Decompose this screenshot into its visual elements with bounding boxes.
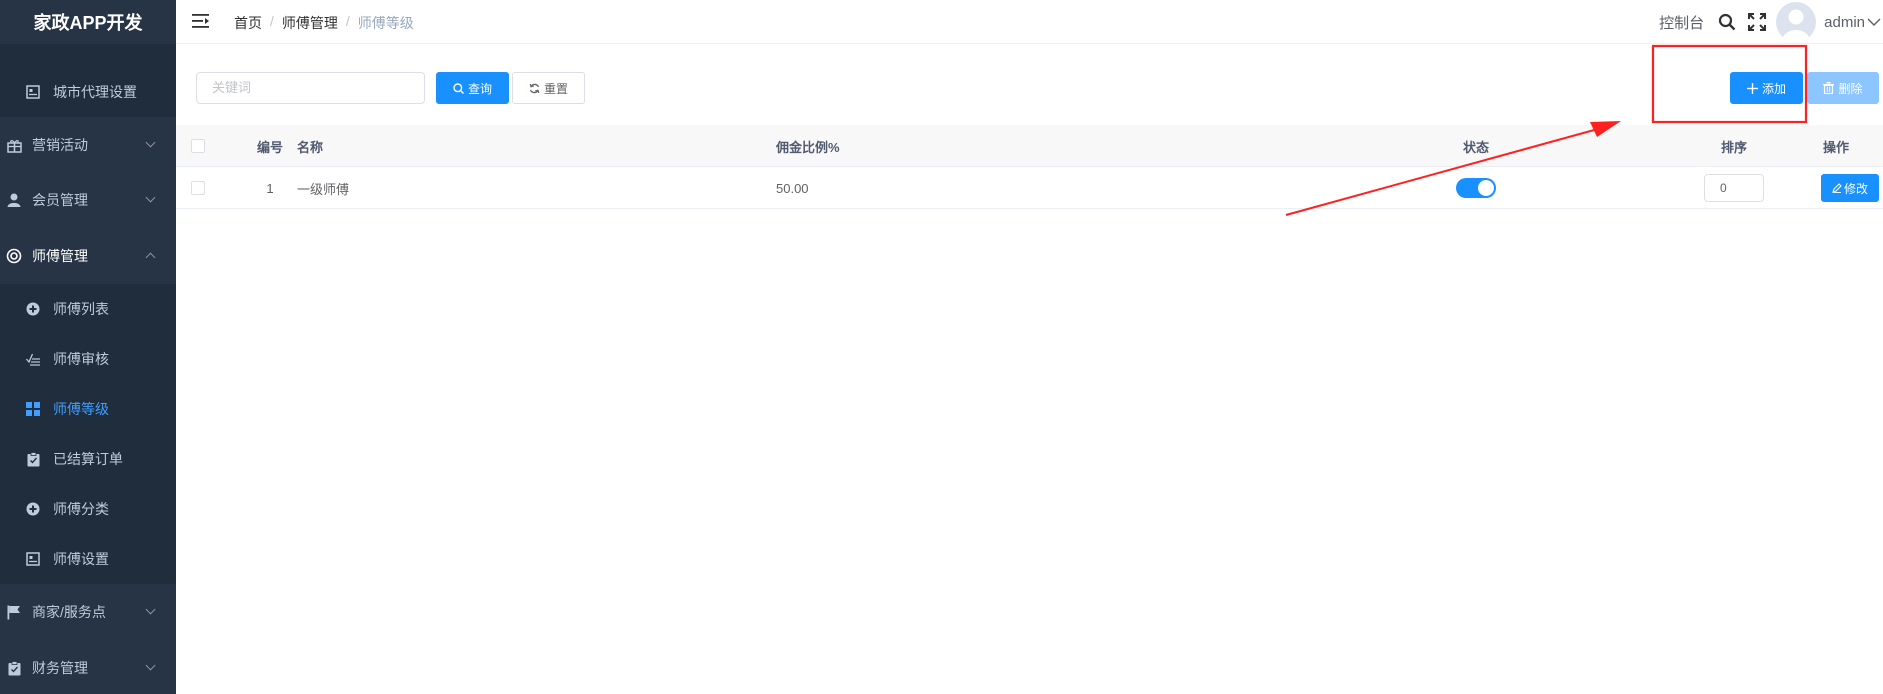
edit-icon [1832,183,1842,193]
id-card-icon [25,84,41,100]
sidebar-item-label: 师傅列表 [53,301,109,317]
search-icon [453,82,464,94]
cell-name: 一级师傅 [297,181,350,197]
sidebar-item-label: 师傅审核 [53,351,109,367]
sidebar-item-city-agent[interactable]: 城市代理设置 [0,67,176,117]
sidebar-item-master-list[interactable]: 师傅列表 [0,284,176,334]
chevron-down-icon [145,192,156,203]
circle-plus-icon [25,501,41,517]
breadcrumb-separator: / [270,13,274,29]
reset-button-label: 重置 [543,81,568,96]
user-icon [6,192,22,208]
keyword-input[interactable]: 关键词 [196,72,425,104]
chevron-down-icon[interactable] [1867,17,1881,27]
breadcrumb-master-management[interactable]: 师傅管理 [282,13,338,33]
refresh-icon [529,83,540,94]
search-button[interactable]: 查询 [436,72,509,104]
sidebar-item-finance[interactable]: 财务管理 [0,643,176,693]
select-all-checkbox[interactable] [191,125,205,167]
sidebar-item-label: 已结算订单 [53,451,123,467]
chevron-down-icon [145,604,156,615]
sidebar-item-members[interactable]: 会员管理 [0,175,176,225]
lifebuoy-icon [6,248,22,264]
delete-button[interactable]: 删除 [1807,72,1879,104]
add-button-label: 添加 [1761,81,1786,96]
breadcrumb: 首页 / 师傅管理 / 师傅等级 [234,13,414,33]
chevron-down-icon [145,660,156,671]
sidebar-item-marketing[interactable]: 营销活动 [0,120,176,170]
top-navbar: 首页 / 师傅管理 / 师傅等级 控制台 admin [176,0,1883,44]
table-row: 1 一级师傅 50.00 0 修改 [176,167,1883,209]
breadcrumb-home[interactable]: 首页 [234,13,262,33]
avatar[interactable] [1776,2,1817,42]
app-logo: 家政APP开发 [0,0,176,44]
username[interactable]: admin [1824,14,1865,31]
sidebar-item-master-level[interactable]: 师傅等级 [0,384,176,434]
search-button-label: 查询 [467,81,492,96]
dashboard-link[interactable]: 控制台 [1659,12,1704,33]
edit-button[interactable]: 修改 [1821,167,1879,209]
cell-commission: 50.00 [776,180,809,196]
sidebar-item-master-category[interactable]: 师傅分类 [0,484,176,534]
search-icon[interactable] [1718,13,1736,31]
column-header-commission: 佣金比例% [776,139,840,155]
cell-id: 1 [266,180,274,196]
sidebar-item-master-settings[interactable]: 师傅设置 [0,534,176,584]
column-header-id: 编号 [256,139,283,155]
sort-input[interactable]: 0 [1704,167,1764,209]
column-header-name: 名称 [297,139,324,155]
reset-button[interactable]: 重置 [512,72,585,104]
sidebar-item-label: 师傅管理 [32,248,88,264]
column-header-sort: 排序 [1720,139,1747,155]
sidebar: 家政APP开发 城市代理设置 营销活动 会员管理 师傅管理 师傅列表 师傅审核 … [0,0,176,694]
hamburger-icon[interactable] [192,13,210,29]
row-checkbox[interactable] [191,167,205,209]
status-toggle[interactable] [1456,167,1496,209]
sidebar-item-label: 财务管理 [32,660,88,676]
chevron-down-icon [145,137,156,148]
check-list-icon [25,351,41,367]
sidebar-item-settled-orders[interactable]: 已结算订单 [0,434,176,484]
clipboard-icon [25,451,41,467]
plus-icon [1746,82,1758,94]
level-table: 编号 名称 佣金比例% 状态 排序 操作 1 一级师傅 50.00 0 修改 [176,125,1883,209]
column-header-actions: 操作 [1822,139,1849,155]
table-header: 编号 名称 佣金比例% 状态 排序 操作 [176,125,1883,167]
id-card-icon [25,551,41,567]
column-header-status: 状态 [1462,139,1489,155]
sidebar-item-label: 师傅设置 [53,551,109,567]
add-button[interactable]: 添加 [1730,72,1803,104]
sidebar-item-label: 师傅分类 [53,501,109,517]
delete-button-label: 删除 [1838,81,1863,96]
trash-icon [1823,82,1835,94]
sidebar-item-master-management[interactable]: 师傅管理 [0,231,176,281]
chevron-up-icon [145,252,156,263]
sidebar-item-merchants[interactable]: 商家/服务点 [0,587,176,637]
fullscreen-icon[interactable] [1748,13,1767,31]
flag-icon [6,604,22,620]
breadcrumb-current: 师傅等级 [357,15,414,31]
annotation-overlay [1285,44,1808,216]
sidebar-item-master-review[interactable]: 师傅审核 [0,334,176,384]
breadcrumb-separator: / [345,13,350,29]
circle-plus-icon [25,301,41,317]
edit-button-label: 修改 [1843,181,1868,196]
gift-icon [6,137,22,153]
top-right-tools: 控制台 admin [1659,0,1883,44]
sidebar-item-label: 师傅等级 [53,401,109,417]
sidebar-item-label: 会员管理 [32,192,88,208]
sidebar-item-label: 营销活动 [32,137,88,153]
grid-icon [25,401,41,417]
sidebar-item-label: 商家/服务点 [32,604,106,620]
clipboard-icon [6,660,22,676]
sidebar-item-label: 城市代理设置 [53,84,137,100]
